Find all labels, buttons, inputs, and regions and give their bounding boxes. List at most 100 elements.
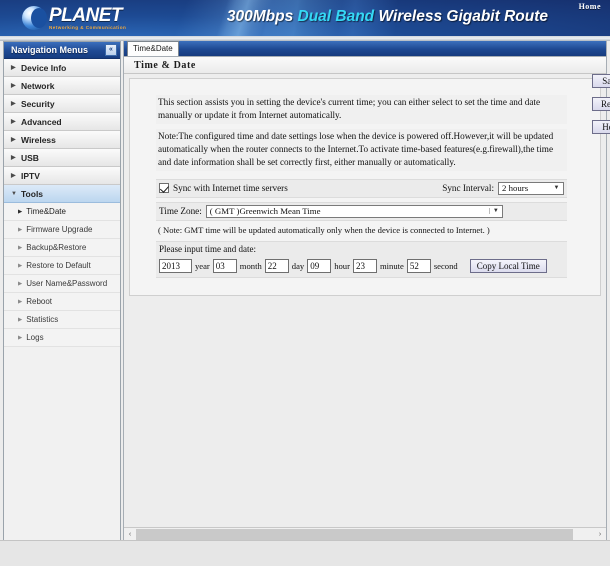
sidebar-item-label: Security — [21, 98, 55, 109]
second-unit-label: second — [433, 260, 458, 271]
sidebar-subitem-logs[interactable]: ▶ Logs — [4, 329, 120, 347]
sidebar-item-label: Tools — [21, 188, 44, 199]
chevron-right-icon: ▶ — [11, 119, 16, 125]
sidebar-subitem-restore-to-default[interactable]: ▶ Restore to Default — [4, 257, 120, 275]
chevron-down-icon: ▼ — [488, 208, 502, 215]
collapse-sidebar-button[interactable]: « — [105, 44, 117, 56]
copy-local-time-button[interactable]: Copy Local Time — [469, 258, 547, 273]
chevron-right-icon: ▶ — [18, 316, 23, 323]
save-button[interactable]: Save — [592, 74, 610, 88]
sidebar-item-advanced[interactable]: ▶ Advanced — [4, 113, 120, 131]
sidebar-subitem-label: User Name&Password — [26, 279, 108, 288]
please-input-label: Please input time and date: — [156, 240, 567, 256]
reset-button[interactable]: Reset — [592, 97, 610, 111]
gmt-note-text: ( Note: GMT time will be updated automat… — [158, 224, 490, 235]
chevron-right-icon: ▶ — [18, 298, 23, 305]
sidebar-menu-list: ▶ Device Info ▶ Network ▶ Security ▶ Adv… — [4, 59, 120, 203]
sync-checkbox-label: Sync with Internet time servers — [173, 183, 288, 194]
navigation-sidebar: Navigation Menus « ▶ Device Info ▶ Netwo… — [3, 41, 121, 556]
bottom-strip — [0, 540, 610, 566]
scroll-right-icon[interactable]: › — [594, 528, 606, 541]
month-input[interactable]: 03 — [212, 258, 237, 273]
sidebar-subitem-statistics[interactable]: ▶ Statistics — [4, 311, 120, 329]
sidebar-subitem-user-name-password[interactable]: ▶ User Name&Password — [4, 275, 120, 293]
chevron-right-icon: ▶ — [11, 101, 16, 107]
year-unit-label: year — [195, 260, 210, 271]
sidebar-item-label: Device Info — [21, 62, 67, 73]
sidebar-subitem-label: Time&Date — [26, 207, 66, 216]
sidebar-item-security[interactable]: ▶ Security — [4, 95, 120, 113]
year-input[interactable]: 2013 — [159, 258, 192, 273]
timezone-label: Time Zone: — [159, 206, 202, 217]
sidebar-subitem-label: Reboot — [26, 297, 53, 306]
sync-with-internet-checkbox[interactable] — [159, 183, 169, 194]
sidebar-item-label: Network — [21, 80, 55, 91]
timezone-value: ( GMT )Greenwich Mean Time — [209, 206, 321, 217]
day-unit-label: day — [291, 260, 305, 271]
action-button-column: Save Reset Help — [592, 74, 610, 143]
page-title: Time & Date — [134, 59, 196, 71]
minute-input[interactable]: 23 — [352, 258, 377, 273]
chevron-right-icon: ▶ — [18, 262, 23, 269]
tab-time-date[interactable]: Time&Date — [127, 41, 179, 56]
product-title-prefix: 300Mbps — [226, 8, 298, 25]
product-title-accent: Dual Band — [297, 8, 375, 25]
sidebar-item-usb[interactable]: ▶ USB — [4, 149, 120, 167]
sidebar-item-wireless[interactable]: ▶ Wireless — [4, 131, 120, 149]
sidebar-subitem-reboot[interactable]: ▶ Reboot — [4, 293, 120, 311]
day-input[interactable]: 22 — [264, 258, 289, 273]
page-banner: PLANET Networking & Communication 300Mbp… — [0, 0, 610, 36]
sync-interval-label: Sync Interval: — [442, 183, 494, 194]
sidebar-subitem-label: Restore to Default — [26, 261, 91, 270]
sidebar-item-tools[interactable]: ▼ Tools — [4, 185, 120, 203]
sync-interval-select[interactable]: 2 hours ▼ — [498, 181, 564, 195]
sidebar-item-label: Advanced — [21, 116, 62, 127]
sidebar-subitem-time-date[interactable]: ▶ Time&Date — [4, 203, 120, 221]
month-unit-label: month — [239, 260, 262, 271]
sidebar-title: Navigation Menus — [11, 45, 89, 55]
help-button[interactable]: Help — [592, 120, 610, 134]
sidebar-item-label: USB — [21, 152, 39, 163]
sidebar-item-iptv[interactable]: ▶ IPTV — [4, 167, 120, 185]
hour-unit-label: hour — [334, 260, 350, 271]
sync-row: Sync with Internet time servers Sync Int… — [156, 178, 567, 198]
panel-header: Time & Date — [124, 57, 606, 74]
scrollbar-track[interactable] — [136, 528, 594, 541]
chevron-right-icon: ▶ — [11, 83, 16, 89]
product-title-suffix: Wireless Gigabit Route — [374, 8, 548, 25]
sidebar-subitem-label: Backup&Restore — [26, 243, 87, 252]
home-link[interactable]: Home — [579, 2, 601, 11]
chevron-right-icon: ▶ — [18, 334, 23, 341]
scroll-left-icon[interactable]: ‹ — [124, 528, 136, 541]
scrollbar-thumb[interactable] — [136, 528, 573, 540]
router-admin-page: PLANET Networking & Communication 300Mbp… — [0, 0, 610, 566]
product-title: 300Mbps Dual Band Wireless Gigabit Route — [227, 8, 548, 26]
sidebar-subitem-firmware-upgrade[interactable]: ▶ Firmware Upgrade — [4, 221, 120, 239]
description-text: This section assists you in setting the … — [156, 95, 567, 124]
chevron-right-icon: ▶ — [18, 244, 23, 251]
chevron-right-icon: ▶ — [18, 208, 23, 215]
time-date-form: This section assists you in setting the … — [156, 95, 567, 278]
main-content: Time&Date Time & Date This section assis… — [123, 41, 607, 556]
chevron-right-icon: ▶ — [11, 173, 16, 179]
minute-unit-label: minute — [379, 260, 404, 271]
chevron-down-icon: ▼ — [11, 190, 17, 197]
logo-tagline: Networking & Communication — [49, 24, 127, 30]
chevron-right-icon: ▶ — [18, 226, 23, 233]
sidebar-item-network[interactable]: ▶ Network — [4, 77, 120, 95]
time-date-panel: This section assists you in setting the … — [129, 78, 601, 296]
sidebar-subitem-backup-restore[interactable]: ▶ Backup&Restore — [4, 239, 120, 257]
globe-icon — [22, 6, 47, 30]
timezone-select[interactable]: ( GMT )Greenwich Mean Time ▼ — [205, 204, 503, 218]
chevron-right-icon: ▶ — [11, 65, 16, 71]
note-text: Note:The configured time and date settin… — [156, 128, 567, 171]
sidebar-subitem-label: Statistics — [26, 315, 59, 324]
sidebar-item-device-info[interactable]: ▶ Device Info — [4, 59, 120, 77]
chevron-right-icon: ▶ — [11, 155, 16, 161]
horizontal-scrollbar[interactable]: ‹ › — [124, 527, 606, 540]
timezone-row: Time Zone: ( GMT )Greenwich Mean Time ▼ — [156, 201, 567, 221]
hour-input[interactable]: 09 — [307, 258, 332, 273]
second-input[interactable]: 52 — [406, 258, 431, 273]
datetime-input-row: 2013 year 03 month 22 day 09 hour 23 min… — [156, 255, 567, 278]
tab-strip: Time&Date — [124, 41, 606, 57]
